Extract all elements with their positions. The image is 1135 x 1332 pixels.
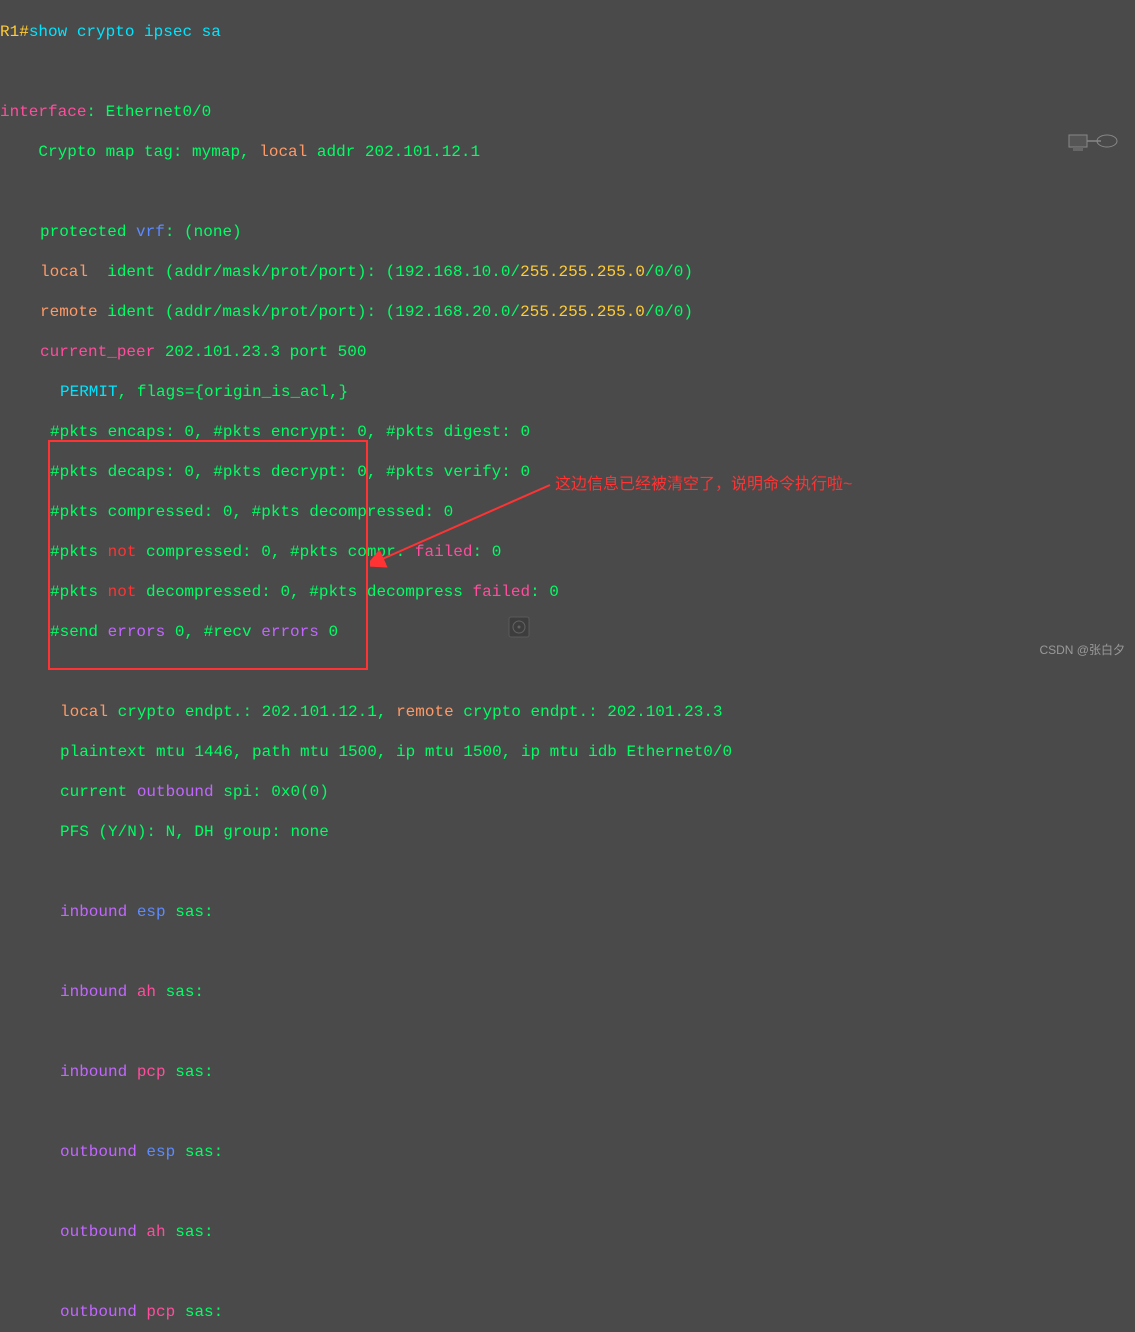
disk-icon <box>507 615 531 639</box>
network-pc-icon <box>1067 125 1123 155</box>
watermark: CSDN @张白夕 <box>1039 640 1125 660</box>
annotation-text: 这边信息已经被清空了，说明命令执行啦~ <box>555 475 852 495</box>
command: show crypto ipsec sa <box>29 23 221 41</box>
interface-label: interface <box>0 103 86 121</box>
prompt: R1# <box>0 23 29 41</box>
current-peer: current_peer <box>40 343 155 361</box>
terminal-output: R1#show crypto ipsec sa interface: Ether… <box>0 0 1135 1332</box>
